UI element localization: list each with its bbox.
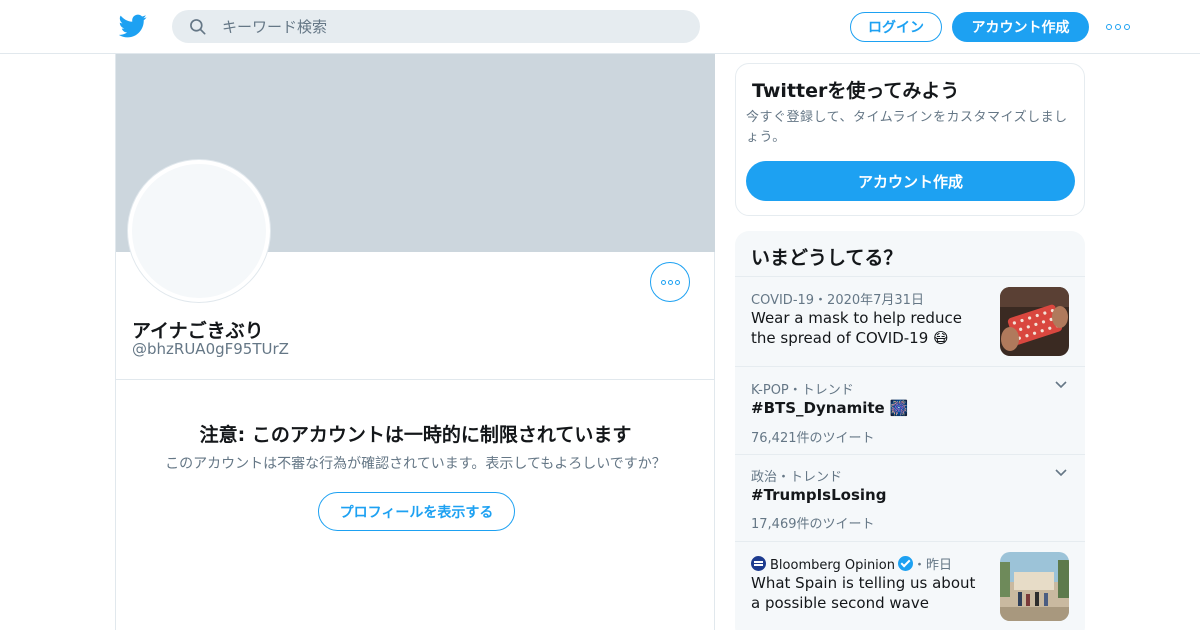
profile-more-button[interactable] (650, 262, 690, 302)
trend-title: What Spain is telling us about a possibl… (751, 574, 976, 612)
search-input[interactable] (222, 17, 682, 36)
trends-heading: いまどうしてる？ (751, 247, 903, 269)
restriction-warning-title: 注意: このアカウントは一時的に制限されています (199, 424, 632, 446)
avatar[interactable] (128, 160, 270, 302)
show-profile-button[interactable]: プロフィールを表示する (318, 492, 515, 531)
profile-handle: @bhzRUA0gF95TUrZ (132, 340, 289, 358)
profile-display-name: アイナごきぶり (132, 320, 264, 342)
trend-item-politics[interactable]: 政治・トレンド #TrumpIsLosing 17,469件のツイート (735, 454, 1085, 541)
more-options-icon[interactable] (1106, 22, 1130, 32)
trend-tweet-count: 17,469件のツイート (751, 517, 875, 532)
trends-panel: いまどうしてる？ COVID-19・2020年7月31日 Wear a mask… (735, 231, 1085, 630)
verified-badge-icon (898, 556, 913, 571)
street-scene-photo (1000, 552, 1069, 621)
chevron-down-icon[interactable] (1053, 377, 1069, 393)
trend-time: ・昨日 (913, 558, 953, 573)
login-button[interactable]: ログイン (850, 12, 942, 42)
signup-button[interactable]: アカウント作成 (952, 12, 1089, 42)
chevron-down-icon[interactable] (1053, 465, 1069, 481)
trend-title: #BTS_Dynamite 🎆 (751, 399, 909, 417)
signup-card-button[interactable]: アカウント作成 (746, 161, 1075, 201)
signup-card-description: 今すぐ登録して、タイムラインをカスタマイズしましょう。 (746, 110, 1068, 145)
red-mask-photo (1000, 287, 1069, 356)
trend-meta: 政治・トレンド (751, 470, 843, 485)
trend-title: #TrumpIsLosing (751, 486, 887, 504)
profile-column: アイナごきぶり @bhzRUA0gF95TUrZ 注意: このアカウントは一時的… (115, 54, 715, 630)
search-icon (190, 18, 206, 35)
trend-title: Wear a mask to help reduce the spread of… (751, 309, 962, 347)
search-box[interactable] (172, 10, 700, 43)
mask-image (1000, 287, 1069, 356)
divider (116, 379, 715, 380)
signup-card-title: Twitterを使ってみよう (752, 80, 960, 102)
trend-tweet-count: 76,421件のツイート (751, 431, 875, 446)
restriction-warning-text: このアカウントは不審な行為が確認されています。表示してもよろしいですか？ (165, 456, 666, 472)
bloomberg-logo-icon (751, 556, 766, 571)
trend-item-bloomberg[interactable]: Bloomberg Opinion ・昨日 What Spain is telli… (735, 541, 1085, 630)
signup-card: Twitterを使ってみよう 今すぐ登録して、タイムラインをカスタマイズしましょ… (735, 63, 1085, 216)
trend-meta: COVID-19・2020年7月31日 (751, 293, 924, 308)
top-navigation-bar: ログイン アカウント作成 (0, 0, 1200, 54)
twitter-bird-icon[interactable] (119, 12, 147, 40)
trend-item-covid[interactable]: COVID-19・2020年7月31日 Wear a mask to help … (735, 276, 1085, 366)
trend-source: Bloomberg Opinion ・昨日 (751, 554, 952, 573)
trend-source-name: Bloomberg Opinion (770, 558, 895, 573)
trend-item-bts[interactable]: K-POP・トレンド #BTS_Dynamite 🎆 76,421件のツイート (735, 366, 1085, 454)
street-image (1000, 552, 1069, 621)
trend-meta: K-POP・トレンド (751, 383, 854, 398)
